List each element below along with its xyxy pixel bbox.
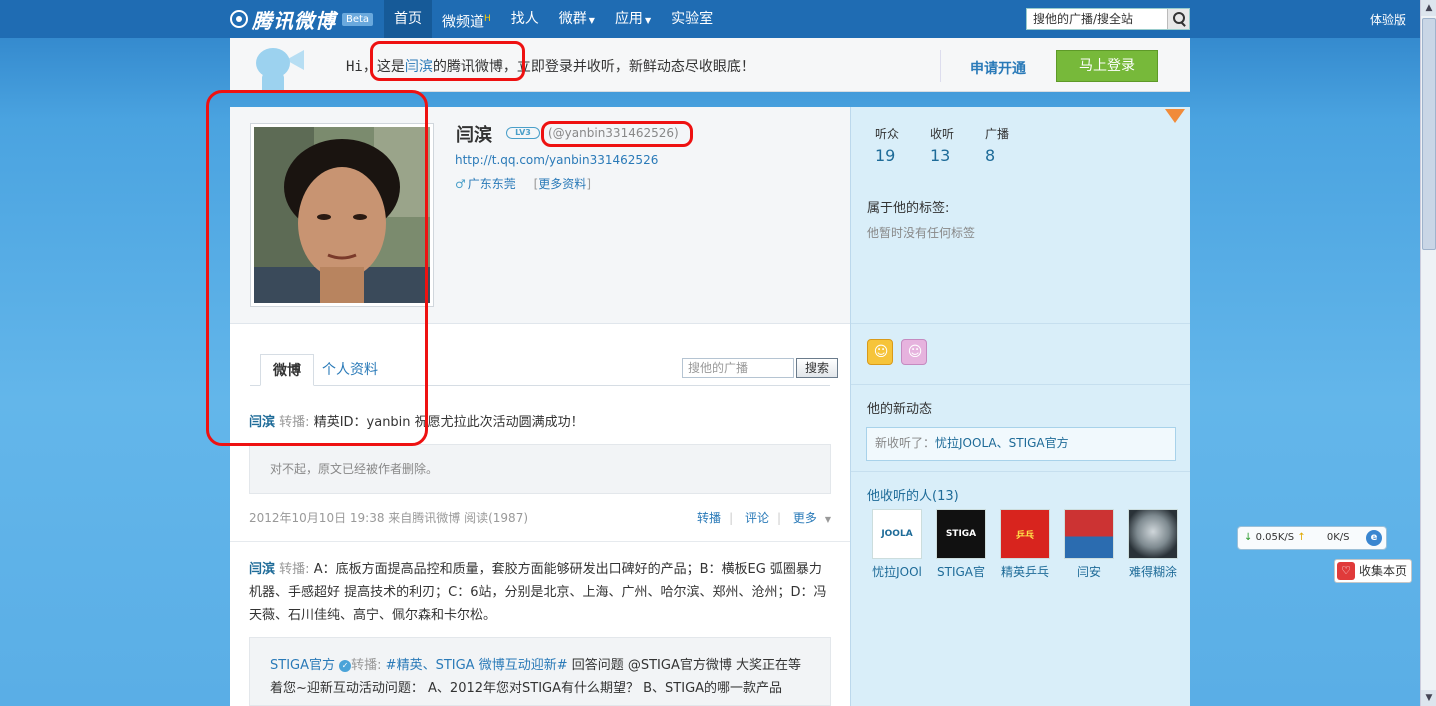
more-info-link[interactable]: [更多资料] [534, 177, 591, 191]
annotation-oval [370, 41, 525, 81]
avatar: STIGA [936, 509, 986, 559]
following-list: JOOLA 忧拉JOOl STIGA STIGA官 乒乓 精英乒乓 闫安 难得糊… [865, 509, 1185, 580]
scroll-down-icon[interactable]: ▼ [1421, 690, 1436, 706]
main-nav: 首页 微频道H 找人 微群 ▼ 应用 ▼ 实验室 [384, 0, 723, 38]
nav-lab[interactable]: 实验室 [661, 0, 723, 38]
following-item[interactable]: JOOLA 忧拉JOOl [865, 509, 929, 580]
more-button[interactable]: 更多 [793, 511, 817, 525]
profile-location: ♂ 广东东莞 [更多资料] [455, 175, 591, 192]
repost-button[interactable]: 转播 [697, 511, 721, 525]
divider [230, 541, 850, 542]
following-item[interactable]: STIGA STIGA官 [929, 509, 993, 580]
annotation-oval [541, 121, 693, 147]
top-nav-bar: 腾讯微博 Beta 首页 微频道H 找人 微群 ▼ 应用 ▼ 实验室 搜他的广播/搜… [0, 0, 1420, 38]
quoted-post: STIGA官方 ✓ 转播: #精英、STIGA 微博互动迎新# 回答问题 @STI… [249, 637, 831, 706]
nav-home[interactable]: 首页 [384, 0, 432, 38]
quote-author[interactable]: STIGA官方 [270, 658, 335, 673]
experience-version-link[interactable]: 体验版 [1370, 11, 1406, 28]
sidebar: 听众 19 收听 13 广播 8 属于他的标签: 他暂时没有任何标签 ☺ ☺ 他… [850, 107, 1190, 706]
divider [851, 323, 1190, 324]
hot-badge: H [484, 14, 491, 24]
global-search-input[interactable]: 搜他的广播/搜全站 [1027, 9, 1167, 29]
post-time: 2012年10月10日 19:38 来自腾讯微博 阅读(1987) [249, 511, 529, 525]
scroll-up-icon[interactable]: ▲ [1421, 0, 1436, 16]
verified-icon: ✓ [339, 659, 352, 672]
mascot-icon [252, 42, 304, 90]
divider [851, 384, 1190, 385]
search-icon[interactable] [1167, 9, 1189, 29]
annotation-oval [206, 90, 428, 446]
news-link[interactable]: 忧拉JOOLA、STIGA官方 [935, 436, 1069, 450]
feed-post: 闫滨 转播: A：底板方面提高品控和质量，套胶方面能够研发出口碑好的产品；B：横… [249, 558, 831, 627]
global-search[interactable]: 搜他的广播/搜全站 [1026, 8, 1190, 30]
nav-find-people[interactable]: 找人 [501, 0, 549, 38]
diamond-icon [1165, 109, 1185, 123]
site-logo[interactable]: 腾讯微博 Beta [230, 6, 374, 33]
following-item[interactable]: 乒乓 精英乒乓 [993, 509, 1057, 580]
post-author[interactable]: 闫滨 [249, 562, 275, 577]
repost-label: 转播: [279, 562, 310, 577]
tags-empty-text: 他暂时没有任何标签 [867, 226, 976, 240]
stat-broadcasts[interactable]: 广播 8 [985, 125, 1040, 165]
tags-title: 属于他的标签: [867, 201, 950, 216]
post-actions: 转播 | 评论 | 更多 ▼ [697, 511, 831, 525]
divider [851, 471, 1190, 472]
post-meta: 2012年10月10日 19:38 来自腾讯微博 阅读(1987) 转播 | 评论… [249, 509, 831, 526]
news-title: 他的新动态 [867, 402, 933, 417]
level-icon: LV3 [506, 127, 540, 139]
post-text: A：底板方面提高品控和质量，套胶方面能够研发出口碑好的产品；B：横板EG 弧圈暴… [249, 562, 827, 623]
chevron-down-icon: ▼ [588, 16, 595, 25]
profile-url[interactable]: http://t.qq.com/yanbin331462526 [455, 153, 658, 167]
comment-button[interactable]: 评论 [745, 511, 769, 525]
upload-arrow-icon: ↑ [1297, 532, 1306, 543]
logo-text: 腾讯微博 [252, 8, 336, 33]
login-button[interactable]: 马上登录 [1056, 50, 1158, 82]
download-arrow-icon: ↓ [1244, 532, 1253, 543]
avatar [1128, 509, 1178, 559]
medal-icon[interactable]: ☺ [901, 339, 927, 365]
profile-stats: 听众 19 收听 13 广播 8 [875, 125, 1040, 165]
medal-icon[interactable]: ☺ [867, 339, 893, 365]
avatar [1064, 509, 1114, 559]
following-item[interactable]: 闫安 [1057, 509, 1121, 580]
browser-icon[interactable]: e [1366, 530, 1382, 546]
logo-icon [230, 10, 248, 28]
network-speed-widget: ↓ 0.05K/S ↑ 0K/S e [1237, 526, 1387, 550]
stat-listeners[interactable]: 听众 19 [875, 125, 930, 165]
quote-topic[interactable]: #精英、STIGA 微博互动迎新# [386, 658, 568, 673]
nav-apps[interactable]: 应用 ▼ [605, 0, 661, 38]
broadcast-search-button[interactable]: 搜索 [796, 358, 838, 378]
stat-following[interactable]: 收听 13 [930, 125, 985, 165]
broadcast-search-input[interactable]: 搜他的广播 [682, 358, 794, 378]
divider [940, 50, 941, 82]
profile-name: 闫滨 [456, 125, 492, 146]
deleted-quote: 对不起，原文已经被作者删除。 [249, 444, 831, 494]
avatar: JOOLA [872, 509, 922, 559]
chevron-down-icon: ▼ [644, 16, 652, 25]
nav-channel[interactable]: 微频道H [432, 0, 501, 38]
heart-icon: ♡ [1337, 562, 1355, 580]
chevron-down-icon: ▼ [824, 515, 831, 524]
scrollbar-thumb[interactable] [1422, 18, 1436, 250]
beta-badge: Beta [342, 12, 374, 26]
collect-page-button[interactable]: ♡ 收集本页 [1334, 559, 1412, 583]
news-item: 新收听了：忧拉JOOLA、STIGA官方 [866, 427, 1176, 461]
following-item[interactable]: 难得糊涂 [1121, 509, 1185, 580]
nav-groups[interactable]: 微群 ▼ [549, 0, 605, 38]
following-title[interactable]: 他收听的人(13) [867, 485, 959, 504]
avatar: 乒乓 [1000, 509, 1050, 559]
apply-button[interactable]: 申请开通 [970, 58, 1026, 78]
scrollbar[interactable]: ▲ ▼ [1420, 0, 1436, 706]
location-link[interactable]: 广东东莞 [468, 177, 516, 191]
male-icon: ♂ [455, 177, 466, 191]
